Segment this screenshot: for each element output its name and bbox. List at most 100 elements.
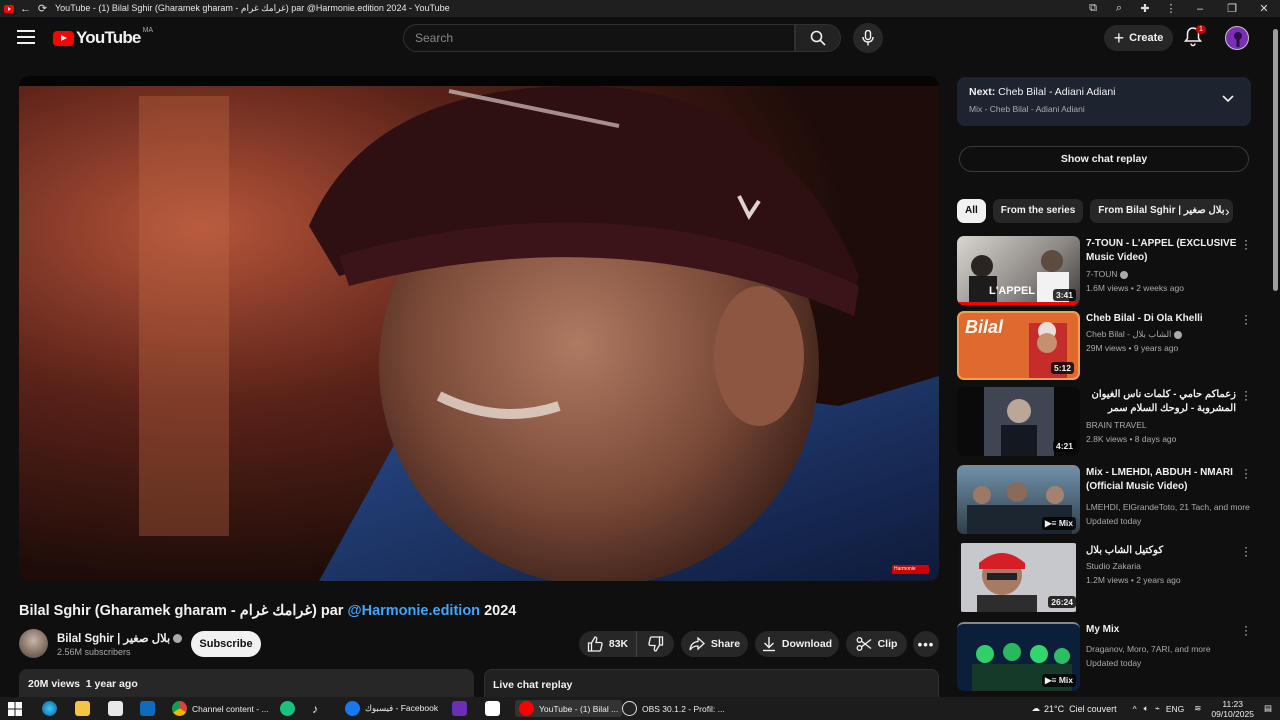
recommendation-item[interactable]: ▶≡ Mix My Mix Draganov, Moro, 7ARI, and … bbox=[957, 620, 1257, 692]
playlist-thumbnail[interactable]: ▶≡ Mix bbox=[957, 622, 1080, 691]
page-scrollbar[interactable] bbox=[1271, 17, 1280, 697]
more-vertical-icon[interactable]: · · · bbox=[1243, 541, 1249, 561]
description-box[interactable]: 20M views 1 year ago bbox=[19, 669, 474, 699]
download-icon bbox=[762, 637, 775, 652]
up-next-subtitle: Mix - Cheb Bilal - Adiani Adiani bbox=[969, 104, 1085, 114]
menu-kebab-icon[interactable]: ⋮ bbox=[1158, 2, 1184, 15]
file-explorer-icon[interactable] bbox=[75, 700, 95, 717]
video-thumbnail[interactable]: 26:24 bbox=[957, 543, 1080, 612]
network-icon[interactable]: ⌁ bbox=[1155, 703, 1160, 714]
mix-badge: ▶≡ Mix bbox=[1041, 674, 1076, 687]
zoom-icon[interactable]: ⌕ bbox=[1106, 2, 1132, 15]
recommendation-title: زعماكم حامي - كلمات ناس الغيوان المشروبة… bbox=[1091, 389, 1237, 414]
chevron-down-icon[interactable] bbox=[1222, 95, 1234, 103]
tiktok-icon[interactable]: ♪ bbox=[312, 700, 318, 717]
more-vertical-icon[interactable]: · · · bbox=[1243, 309, 1249, 329]
more-vertical-icon[interactable]: · · · bbox=[1243, 620, 1249, 640]
more-vertical-icon[interactable]: · · · bbox=[1243, 234, 1249, 254]
menu-hamburger-icon[interactable] bbox=[17, 30, 35, 44]
chip-from-series[interactable]: From the series bbox=[992, 199, 1084, 223]
recommendation-item[interactable]: 26:24 كوكتيل الشاب بلال Studio Zakaria 1… bbox=[957, 541, 1257, 613]
recommendation-title: 7-TOUN - L'APPEL (EXCLUSIVE Music Video) bbox=[1086, 238, 1237, 263]
download-button[interactable]: Download bbox=[755, 631, 839, 657]
channel-avatar[interactable] bbox=[19, 629, 48, 658]
restore-button[interactable]: ❐ bbox=[1216, 2, 1248, 15]
playlist-icon: ▶≡ bbox=[1044, 675, 1059, 685]
up-next-card[interactable]: Next: Cheb Bilal - Adiani Adiani Mix - C… bbox=[957, 77, 1251, 126]
chip-all[interactable]: All bbox=[957, 199, 986, 223]
recommendation-title: Mix - LMEHDI, ABDUH - NMARI (Official Mu… bbox=[1086, 467, 1233, 492]
search-input[interactable]: Search bbox=[403, 24, 795, 52]
share-icon bbox=[689, 637, 705, 651]
video-player[interactable]: Harmonie bbox=[19, 76, 939, 581]
masthead: YouTube MA Search + Create 1 bbox=[0, 17, 1280, 59]
notifications-button[interactable]: 1 bbox=[1183, 25, 1206, 49]
taskbar-app-youtube[interactable]: YouTube - (1) Bilal ... bbox=[515, 700, 623, 717]
show-chat-replay-button[interactable]: Show chat replay bbox=[959, 146, 1249, 172]
recommendation-meta: 29M views • 9 years ago bbox=[1086, 343, 1179, 353]
language-indicator[interactable]: ENG bbox=[1166, 704, 1184, 714]
scrollbar-thumb[interactable] bbox=[1273, 29, 1278, 291]
video-thumbnail[interactable]: Bilal 5:12 bbox=[957, 311, 1080, 380]
channel-name[interactable]: Bilal Sghir | بلال صغير bbox=[57, 631, 183, 645]
tray-chevron-icon[interactable]: ^ bbox=[1133, 704, 1137, 714]
thumbs-down-icon bbox=[647, 636, 663, 652]
youtube-logo[interactable]: YouTube MA bbox=[53, 27, 153, 48]
youtube-play-icon bbox=[53, 30, 74, 46]
clip-button[interactable]: Clip bbox=[846, 631, 907, 657]
recommendation-item[interactable]: ▶≡ Mix Mix - LMEHDI, ABDUH - NMARI (Offi… bbox=[957, 463, 1257, 535]
recommendation-title: My Mix bbox=[1086, 624, 1120, 635]
like-button[interactable]: 83K bbox=[579, 631, 636, 657]
store-icon[interactable] bbox=[108, 700, 128, 717]
back-icon[interactable]: ← bbox=[17, 0, 34, 17]
more-vertical-icon[interactable]: · · · bbox=[1243, 463, 1249, 483]
recommendation-meta: 1.6M views • 2 weeks ago bbox=[1086, 283, 1184, 293]
taskbar-app-obs[interactable]: OBS 30.1.2 - Profil: ... bbox=[622, 700, 725, 717]
recommendation-channel: Cheb Bilal - الشاب بلال bbox=[1086, 327, 1251, 341]
share-button[interactable]: Share bbox=[681, 631, 748, 657]
view-count-date: 20M views 1 year ago bbox=[28, 678, 138, 690]
create-button[interactable]: + Create bbox=[1104, 25, 1173, 51]
like-count: 83K bbox=[608, 638, 629, 650]
capcut-icon[interactable] bbox=[485, 700, 505, 717]
mix-badge: ▶≡ Mix bbox=[1041, 517, 1076, 530]
edge-taskbar-icon[interactable] bbox=[42, 700, 62, 717]
more-vertical-icon[interactable]: · · · bbox=[1243, 385, 1249, 405]
translate-icon[interactable]: ⧉ bbox=[1080, 2, 1106, 15]
minimize-button[interactable]: – bbox=[1184, 3, 1216, 15]
video-title-handle-link[interactable]: @Harmonie.edition bbox=[347, 603, 480, 619]
start-button[interactable] bbox=[8, 700, 22, 717]
chevron-right-icon[interactable]: › bbox=[1225, 203, 1230, 219]
extensions-icon[interactable]: ✚ bbox=[1132, 2, 1158, 15]
taskbar-app-facebook[interactable]: فيسبوك - Facebook bbox=[345, 700, 438, 717]
outlook-icon[interactable] bbox=[140, 700, 160, 717]
search-button[interactable] bbox=[795, 24, 841, 52]
clock[interactable]: 11:23 09/10/2025 bbox=[1211, 699, 1254, 719]
app-purple-icon[interactable] bbox=[452, 700, 472, 717]
video-thumbnail[interactable]: 4:21 bbox=[957, 387, 1080, 456]
account-avatar[interactable] bbox=[1225, 26, 1249, 50]
volume-icon[interactable]: 🔈︎ bbox=[1144, 703, 1149, 714]
notifications-center-icon[interactable]: ▤ bbox=[1264, 703, 1272, 714]
reload-icon[interactable]: ⟳ bbox=[34, 0, 51, 17]
taskbar-app-chrome[interactable]: Channel content - ... bbox=[172, 700, 269, 717]
close-window-button[interactable]: ✕ bbox=[1248, 2, 1280, 15]
more-actions-button[interactable]: ••• bbox=[913, 631, 939, 657]
weather-text[interactable]: 21°C Ciel couvert bbox=[1044, 704, 1117, 714]
subscribe-button[interactable]: Subscribe bbox=[191, 631, 261, 657]
video-duration: 5:12 bbox=[1050, 362, 1074, 374]
browser-titlebar: ← ⟳ YouTube - (1) Bilal Sghir (Gharamek … bbox=[0, 0, 1280, 17]
video-thumbnail[interactable]: L'APPEL 3:41 bbox=[957, 236, 1080, 305]
video-duration: 3:41 bbox=[1052, 289, 1076, 301]
voice-search-button[interactable] bbox=[853, 23, 883, 53]
recommendation-item[interactable]: 4:21 زعماكم حامي - كلمات ناس الغيوان الم… bbox=[957, 385, 1257, 457]
recommendation-item[interactable]: L'APPEL 3:41 7-TOUN - L'APPEL (EXCLUSIVE… bbox=[957, 234, 1257, 306]
clip-label: Clip bbox=[877, 638, 898, 650]
chatgpt-icon[interactable] bbox=[280, 700, 300, 717]
dislike-button[interactable] bbox=[636, 631, 674, 657]
recommendation-item[interactable]: Bilal 5:12 Cheb Bilal - Di Ola Khelli Ch… bbox=[957, 309, 1257, 381]
chip-from-channel[interactable]: From Bilal Sghir | بلال صغير bbox=[1090, 199, 1233, 223]
notification-badge: 1 bbox=[1196, 25, 1206, 34]
wifi-icon[interactable]: ≋ bbox=[1194, 703, 1201, 714]
playlist-thumbnail[interactable]: ▶≡ Mix bbox=[957, 465, 1080, 534]
